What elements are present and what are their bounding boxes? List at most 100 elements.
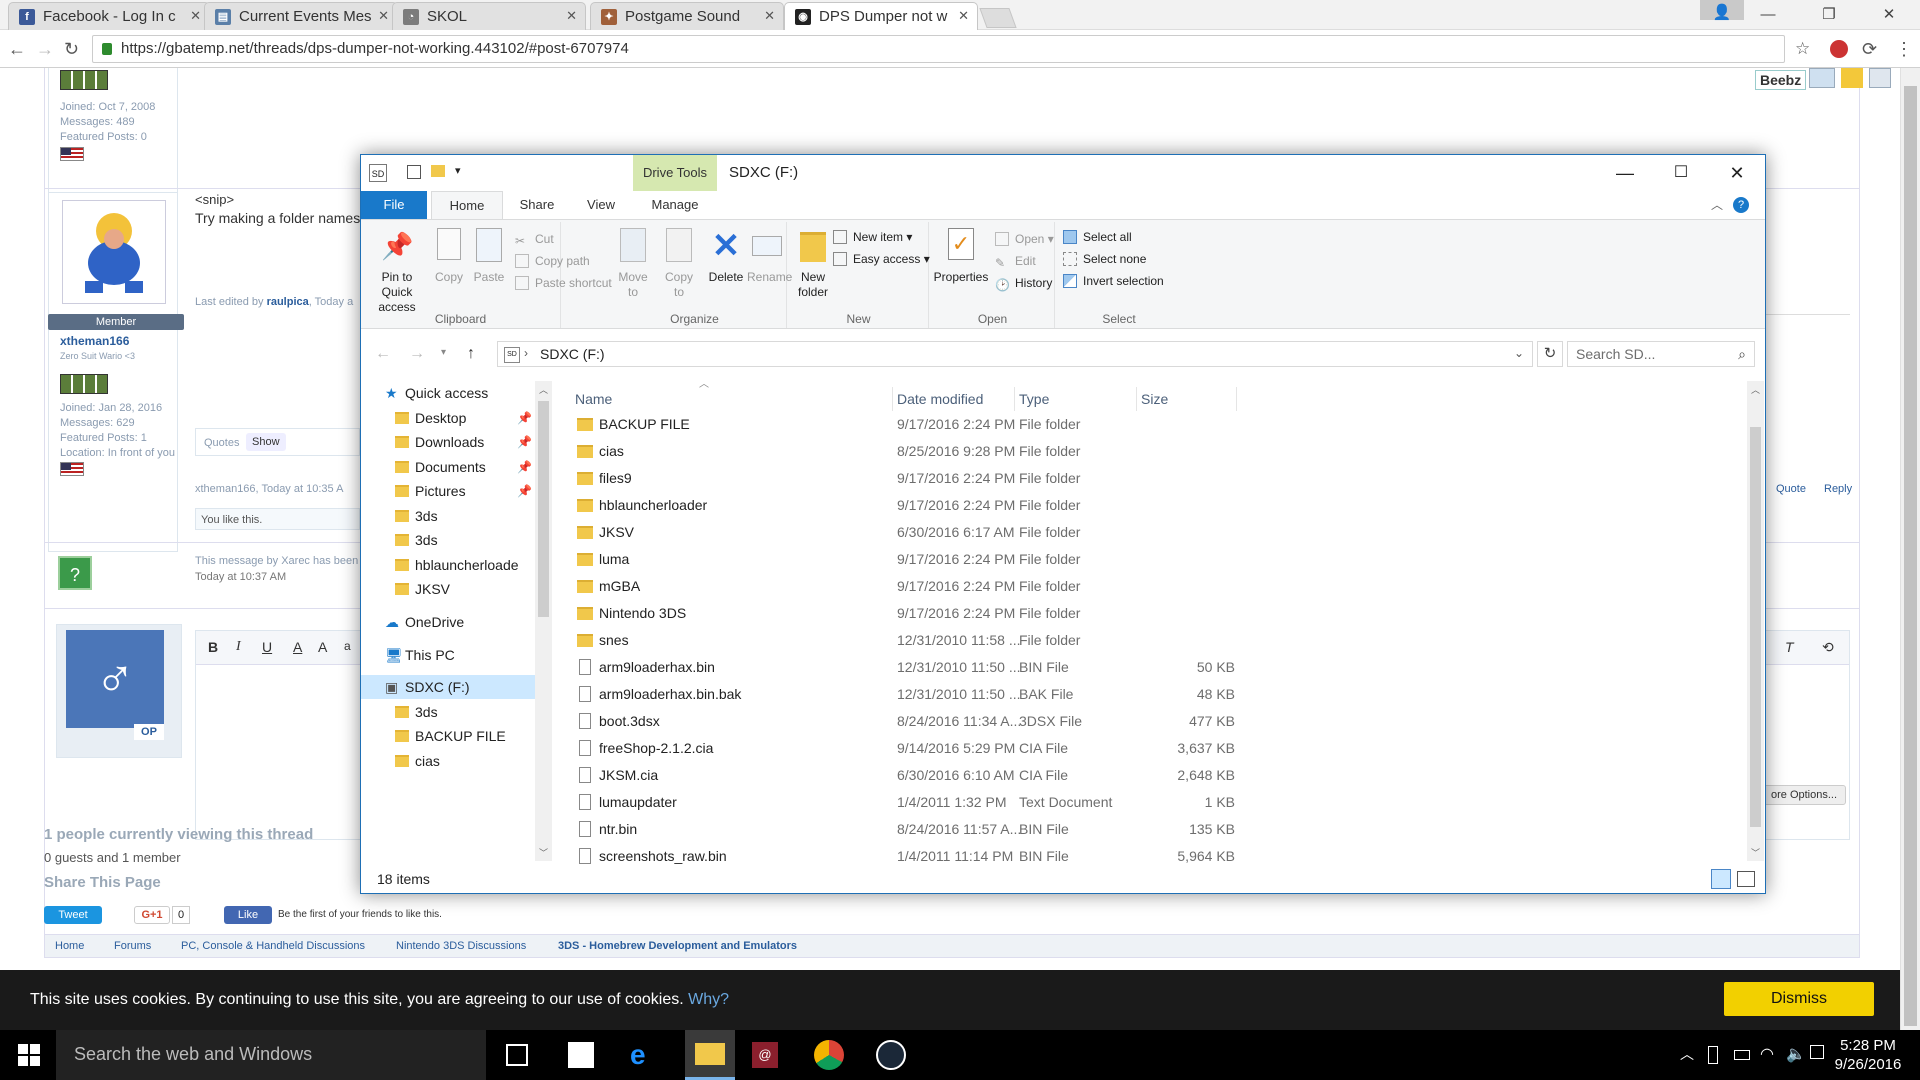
nav-item[interactable]: Pictures 📌 [361, 479, 535, 503]
inbox-icon[interactable] [1809, 68, 1835, 88]
close-icon[interactable]: ✕ [566, 8, 577, 24]
user-profile-icon[interactable]: 👤 [1700, 0, 1744, 21]
scroll-down-icon[interactable]: ﹀ [539, 846, 548, 859]
nav-item[interactable]: ▣ SDXC (F:) [361, 675, 535, 699]
column-date-modified[interactable]: Date modified [893, 387, 1015, 411]
scroll-up-icon[interactable]: ︿ [539, 383, 548, 396]
select-all-button[interactable]: Select all [1063, 228, 1132, 246]
address-dropdown-icon[interactable]: ⌄ [1514, 346, 1524, 360]
properties-quick-icon[interactable] [407, 165, 421, 179]
file-row[interactable]: BACKUP FILE 9/17/2016 2:24 PM File folder [571, 411, 1471, 438]
nav-item[interactable]: JKSV [361, 577, 535, 601]
url-bar[interactable]: https://gbatemp.net/threads/dps-dumper-n… [92, 35, 1785, 63]
keyboard-icon[interactable] [1810, 1045, 1824, 1059]
pin-icon[interactable]: 📌 [517, 455, 532, 479]
app-icon[interactable]: @ [752, 1042, 778, 1068]
tweet-button[interactable]: Tweet [44, 906, 102, 924]
font-family-icon[interactable]: a [344, 639, 351, 653]
tab-view[interactable]: View [569, 191, 633, 219]
copy-path-button[interactable]: Copy path [515, 252, 590, 270]
file-row[interactable]: hblauncherloader 9/17/2016 2:24 PM File fo… [571, 492, 1471, 519]
cookie-why-link[interactable]: Why? [688, 991, 729, 1008]
bookmark-star-icon[interactable]: ☆ [1795, 39, 1810, 59]
delete-button[interactable]: ✕ Delete [705, 228, 747, 285]
paste-shortcut-button[interactable]: Paste shortcut [515, 274, 612, 292]
scrollbar-thumb[interactable] [538, 401, 549, 617]
address-bar[interactable]: SD › SDXC (F:) ⌄ [497, 341, 1533, 367]
taskbar-search[interactable]: Search the web and Windows [56, 1030, 486, 1080]
back-arrow-icon[interactable]: ← [375, 345, 391, 363]
file-list-scrollbar[interactable]: ︿ ﹀ [1747, 381, 1764, 861]
large-icons-view-icon[interactable] [1737, 871, 1755, 887]
nav-item[interactable]: 3ds [361, 504, 535, 528]
bold-button[interactable]: B [208, 639, 218, 655]
volume-icon[interactable]: 🔈 [1786, 1044, 1806, 1064]
close-icon[interactable]: ✕ [958, 8, 969, 24]
rename-button[interactable]: Rename [747, 228, 792, 285]
quote-link[interactable]: Quote [1776, 483, 1806, 495]
edge-icon[interactable]: e [630, 1040, 660, 1070]
facebook-like-button[interactable]: Like [224, 906, 272, 924]
pin-icon[interactable]: 📌 [517, 479, 532, 503]
more-options-button[interactable]: ore Options... [1762, 785, 1847, 805]
file-row[interactable]: lumaupdater 1/4/2011 1:32 PM Text Document… [571, 789, 1471, 816]
font-size-icon[interactable]: A [318, 639, 327, 655]
scroll-up-icon[interactable]: ︿ [1751, 383, 1760, 396]
forward-icon[interactable]: → [36, 39, 54, 60]
font-color-icon[interactable]: A [293, 639, 302, 655]
scrollbar-thumb[interactable] [1904, 86, 1917, 1026]
new-tab-button[interactable] [979, 8, 1017, 28]
chrome-icon[interactable] [814, 1040, 844, 1070]
gplus-button[interactable]: G+1 [134, 906, 170, 924]
show-hidden-icons[interactable]: ︿ [1680, 1044, 1694, 1064]
column-type[interactable]: Type [1015, 387, 1137, 411]
copy-button[interactable]: Copy [431, 228, 467, 285]
username-link[interactable]: Beebz [1755, 70, 1807, 90]
windows-start-icon[interactable] [18, 1044, 40, 1066]
file-row[interactable]: arm9loaderhax.bin.bak 12/31/2010 11:50 ..… [571, 681, 1471, 708]
file-row[interactable]: snes 12/31/2010 11:58 ... File folder [571, 627, 1471, 654]
recent-locations-icon[interactable]: ▾ [441, 347, 446, 358]
forward-arrow-icon[interactable]: → [409, 345, 425, 363]
minimize-button[interactable]: — [1597, 157, 1653, 189]
new-folder-button[interactable]: New folder [793, 228, 833, 300]
close-icon[interactable]: ✕ [764, 8, 775, 24]
file-row[interactable]: ntr.bin 8/24/2016 11:57 A... BIN File 135 K… [571, 816, 1471, 843]
close-window-button[interactable]: ✕ [1866, 2, 1912, 28]
nav-item[interactable]: BACKUP FILE [361, 724, 535, 748]
column-name[interactable]: Name [571, 387, 893, 411]
show-quotes-button[interactable]: Show [246, 433, 286, 451]
move-to-button[interactable]: Move to [613, 228, 653, 300]
usb-icon[interactable] [1708, 1046, 1718, 1064]
nav-item[interactable]: ★ Quick access [361, 381, 535, 405]
nav-item[interactable]: ☁ OneDrive [361, 610, 535, 634]
steam-icon[interactable] [876, 1040, 906, 1070]
breadcrumb-pc-console[interactable]: PC, Console & Handheld Discussions [181, 940, 365, 952]
underline-button[interactable]: U [262, 639, 272, 655]
browser-tab[interactable]: ▤ Current Events Mes ✕ [204, 2, 398, 30]
username-link[interactable]: xtheman166 [60, 334, 129, 348]
new-folder-quick-icon[interactable] [431, 165, 445, 177]
store-icon[interactable] [568, 1042, 594, 1068]
cut-button[interactable]: ✂ Cut [515, 230, 554, 248]
search-field[interactable]: Search SD... ⌕ [1567, 341, 1755, 367]
tab-manage[interactable]: Manage [633, 191, 717, 219]
scroll-down-icon[interactable]: ﹀ [1751, 846, 1760, 859]
browser-tab[interactable]: ✦ Postgame Sound ✕ [590, 2, 784, 30]
browser-tab[interactable]: ◔ SKOL ✕ [392, 2, 586, 30]
open-button[interactable]: Open ▾ [995, 230, 1054, 248]
select-none-button[interactable]: Select none [1063, 250, 1146, 268]
settings-icon[interactable] [1869, 68, 1891, 88]
refresh-icon[interactable]: ↻ [1537, 341, 1563, 367]
nav-item[interactable]: 🖥 This PC [361, 643, 535, 667]
history-button[interactable]: 🕑 History [995, 274, 1052, 292]
breadcrumb-chevron-icon[interactable]: › [524, 346, 528, 360]
tab-share[interactable]: Share [505, 191, 569, 219]
user-nav[interactable]: Beebz [1755, 68, 1900, 90]
nav-item[interactable]: hblauncherloade [361, 553, 535, 577]
file-row[interactable]: arm9loaderhax.bin 12/31/2010 11:50 ... BIN… [571, 654, 1471, 681]
close-icon[interactable]: ✕ [190, 8, 201, 24]
browser-tab[interactable]: f Facebook - Log In c ✕ [8, 2, 210, 30]
file-row[interactable]: freeShop-2.1.2.cia 9/14/2016 5:29 PM CIA F… [571, 735, 1471, 762]
file-row[interactable]: mGBA 9/17/2016 2:24 PM File folder [571, 573, 1471, 600]
